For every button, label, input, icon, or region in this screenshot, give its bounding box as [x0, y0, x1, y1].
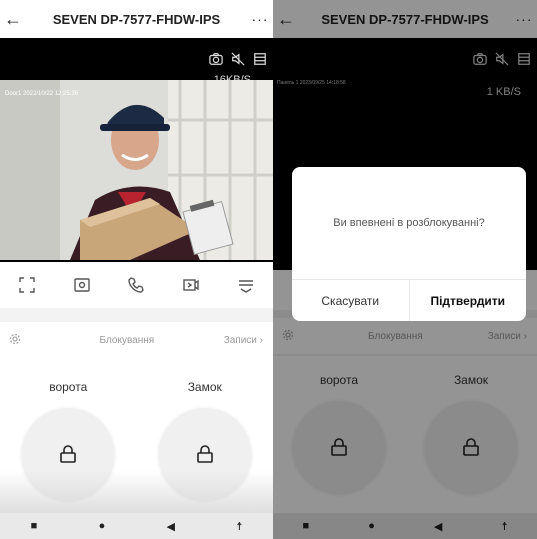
snapshot-icon[interactable]	[73, 276, 91, 294]
menu-icon[interactable]	[237, 276, 255, 294]
phone-icon[interactable]	[127, 276, 145, 294]
separator	[0, 308, 273, 322]
lock-icon	[196, 445, 213, 463]
cancel-button[interactable]: Скасувати	[292, 280, 410, 321]
unlock-confirm-dialog: Ви впевнені в розблокуванні? Скасувати П…	[292, 167, 526, 321]
camera-icon[interactable]	[209, 52, 223, 66]
lock-icon	[60, 445, 77, 463]
fullscreen-icon[interactable]	[18, 276, 36, 294]
dialog-message: Ви впевнені в розблокуванні?	[292, 167, 526, 280]
recent-apps-button[interactable]: ■	[31, 520, 38, 532]
tab-lock[interactable]: Блокування	[30, 335, 224, 346]
video-toolbar	[209, 52, 267, 66]
lock-tabs: Блокування Записи ›	[0, 322, 273, 358]
home-button[interactable]: ●	[99, 520, 106, 532]
camera-image: Door1 2022/10/22 12:25:36	[0, 80, 273, 260]
video-timestamp: Door1 2022/10/22 12:25:36	[5, 91, 79, 97]
list-icon[interactable]	[253, 52, 267, 66]
mute-icon[interactable]	[231, 52, 245, 66]
lock-label: ворота	[49, 380, 88, 394]
accessibility-button[interactable]: ☨	[236, 520, 242, 533]
records-link[interactable]: Записи ›	[224, 335, 273, 346]
dialog-buttons: Скасувати Підтвердити	[292, 280, 526, 321]
confirm-button[interactable]: Підтвердити	[410, 280, 527, 321]
header: ← SEVEN DP-7577-FHDW-IPS ···	[0, 0, 273, 38]
gear-icon	[9, 333, 21, 344]
settings-button[interactable]	[0, 333, 30, 348]
android-navbar: ■ ● ◀ ☨	[0, 513, 273, 539]
more-button[interactable]: ···	[247, 11, 273, 27]
device-title: SEVEN DP-7577-FHDW-IPS	[52, 11, 221, 27]
record-icon[interactable]	[182, 276, 200, 294]
back-nav-button[interactable]: ◀	[167, 520, 175, 533]
left-screen: ← SEVEN DP-7577-FHDW-IPS ··· 16KB/S	[0, 0, 273, 539]
control-bar	[0, 262, 273, 308]
back-button[interactable]: ←	[0, 9, 26, 30]
right-screen: ← SEVEN DP-7577-FHDW-IPS ··· Панель 1 20…	[273, 0, 537, 539]
lock-label: Замок	[187, 380, 222, 394]
bottom-fade	[0, 470, 273, 518]
